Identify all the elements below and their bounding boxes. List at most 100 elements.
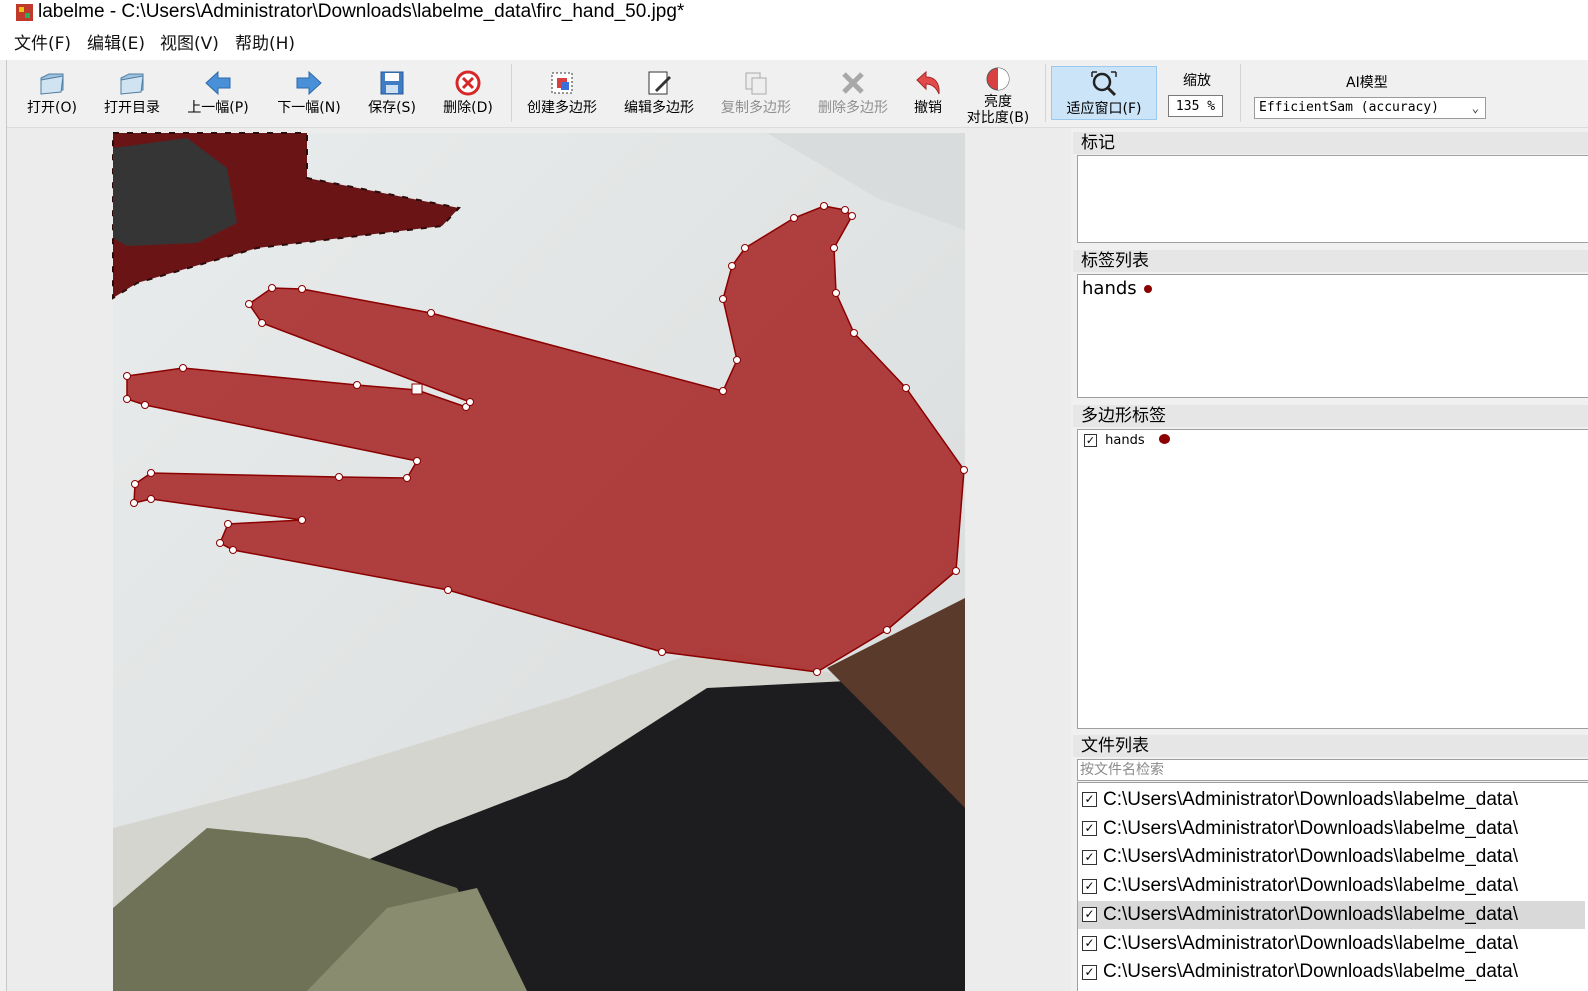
polygon-vertex-handle[interactable] bbox=[147, 495, 155, 503]
polygon-vertex-handle[interactable] bbox=[902, 384, 910, 392]
flags-list[interactable] bbox=[1077, 155, 1588, 243]
file-checkbox[interactable]: ✓ bbox=[1082, 849, 1097, 865]
flags-dock-title: 标记 bbox=[1073, 132, 1588, 154]
file-checkbox[interactable]: ✓ bbox=[1082, 964, 1097, 980]
title-bar: labelme - C:\Users\Administrator\Downloa… bbox=[0, 0, 1588, 28]
brightness-contrast-button[interactable]: 亮度 对比度(B) bbox=[958, 64, 1038, 126]
polygon-vertex-handle[interactable] bbox=[123, 395, 131, 403]
polygon-vertex-handle[interactable] bbox=[258, 319, 266, 327]
polygon-vertex-handle[interactable] bbox=[403, 474, 411, 482]
polygon-visible-checkbox[interactable]: ✓ bbox=[1084, 434, 1097, 447]
file-list-item[interactable]: ✓ C:\Users\Administrator\Downloads\labelm… bbox=[1078, 958, 1585, 986]
annotation-canvas[interactable] bbox=[7, 128, 1071, 991]
toolbar-separator bbox=[511, 64, 512, 122]
label-list[interactable]: hands bbox=[1077, 274, 1588, 398]
file-list-item[interactable]: ✓ C:\Users\Administrator\Downloads\labelm… bbox=[1078, 786, 1585, 814]
polygon-vertex-handle[interactable] bbox=[741, 244, 749, 252]
file-list-item[interactable]: ✓ C:\Users\Administrator\Downloads\labelm… bbox=[1078, 930, 1585, 958]
ai-model-value: EfficientSam (accuracy) bbox=[1259, 100, 1440, 115]
file-list-item[interactable]: ✓ C:\Users\Administrator\Downloads\labelm… bbox=[1078, 872, 1585, 900]
polygon-labels-list[interactable]: ✓ hands bbox=[1077, 429, 1588, 729]
selected-vertex-handle[interactable] bbox=[411, 383, 423, 395]
file-list-item[interactable]: ✓ C:\Users\Administrator\Downloads\labelm… bbox=[1078, 843, 1585, 871]
polygon-vertex-handle[interactable] bbox=[444, 586, 452, 594]
polygon-vertex-handle[interactable] bbox=[141, 401, 149, 409]
file-checkbox[interactable]: ✓ bbox=[1082, 821, 1097, 837]
prev-image-button[interactable]: 上一幅(P) bbox=[180, 64, 256, 124]
create-polygon-button[interactable]: 创建多边形 bbox=[520, 64, 604, 124]
polygon-vertex-handle[interactable] bbox=[245, 300, 253, 308]
toolbar-separator bbox=[1045, 64, 1046, 122]
polygon-vertex-handle[interactable] bbox=[728, 262, 736, 270]
polygon-vertex-handle[interactable] bbox=[960, 466, 968, 474]
save-button[interactable]: 保存(S) bbox=[360, 64, 424, 124]
polygon-color-dot bbox=[1158, 434, 1170, 444]
polygon-vertex-handle[interactable] bbox=[298, 285, 306, 293]
file-list-item[interactable]: ✓ C:\Users\Administrator\Downloads\labelm… bbox=[1078, 900, 1585, 929]
undo-button[interactable]: 撤销 bbox=[905, 64, 951, 124]
polygon-vertex-handle[interactable] bbox=[179, 364, 187, 372]
file-list-dock-title: 文件列表 bbox=[1073, 735, 1588, 757]
toolbar: 打开(O) 打开目录 上一幅(P) 下一幅(N) 保存(S) 删除(D) 创建多… bbox=[0, 60, 1588, 128]
file-list[interactable]: ✓ C:\Users\Administrator\Downloads\labelm… bbox=[1077, 782, 1588, 991]
polygon-vertex-handle[interactable] bbox=[830, 244, 838, 252]
polygon-vertex-handle[interactable] bbox=[123, 372, 131, 380]
polygon-vertex-handle[interactable] bbox=[353, 381, 361, 389]
menu-edit[interactable]: 编辑(E) bbox=[87, 34, 145, 54]
arrow-left-icon bbox=[205, 70, 231, 96]
copy-polygon-button[interactable]: 复制多边形 bbox=[714, 64, 798, 124]
polygon-vertex-handle[interactable] bbox=[658, 648, 666, 656]
delete-polygon-button[interactable]: 删除多边形 bbox=[811, 64, 895, 124]
polygon-vertex-handle[interactable] bbox=[832, 289, 840, 297]
polygon-vertex-handle[interactable] bbox=[813, 668, 821, 676]
polygon-vertex-handle[interactable] bbox=[130, 499, 138, 507]
file-checkbox[interactable]: ✓ bbox=[1082, 792, 1097, 808]
open-folder-icon bbox=[40, 73, 64, 95]
fit-window-button[interactable]: 适应窗口(F) bbox=[1051, 66, 1157, 120]
polygon-vertex-handle[interactable] bbox=[268, 284, 276, 292]
polygon-vertex-handle[interactable] bbox=[719, 387, 727, 395]
polygon-vertex-handle[interactable] bbox=[883, 626, 891, 634]
open-dir-button[interactable]: 打开目录 bbox=[98, 64, 166, 124]
polygon-label-item[interactable]: ✓ hands bbox=[1084, 432, 1170, 450]
file-checkbox[interactable]: ✓ bbox=[1082, 878, 1097, 894]
polygon-vertex-handle[interactable] bbox=[790, 214, 798, 222]
polygon-vertex-handle[interactable] bbox=[733, 356, 741, 364]
chevron-down-icon: ⌄ bbox=[1471, 101, 1479, 115]
polygon-vertex-handle[interactable] bbox=[719, 295, 727, 303]
next-image-button[interactable]: 下一幅(N) bbox=[270, 64, 348, 124]
ai-model-select[interactable]: EfficientSam (accuracy) ⌄ bbox=[1254, 97, 1486, 119]
delete-button[interactable]: 删除(D) bbox=[436, 64, 500, 124]
polygon-vertex-handle[interactable] bbox=[841, 206, 849, 214]
polygon-vertex-handle[interactable] bbox=[298, 516, 306, 524]
polygon-vertex-handle[interactable] bbox=[952, 567, 960, 575]
menu-help[interactable]: 帮助(H) bbox=[235, 34, 295, 54]
file-checkbox[interactable]: ✓ bbox=[1082, 907, 1097, 923]
menu-view[interactable]: 视图(V) bbox=[160, 34, 219, 54]
polygon-vertex-handle[interactable] bbox=[848, 212, 856, 220]
left-dock-edge[interactable] bbox=[0, 60, 7, 991]
polygon-vertex-handle[interactable] bbox=[224, 520, 232, 528]
polygon-vertex-handle[interactable] bbox=[427, 309, 435, 317]
polygon-vertex-handle[interactable] bbox=[466, 398, 474, 406]
toolbar-separator bbox=[1240, 64, 1241, 122]
create-polygon-icon bbox=[551, 72, 573, 94]
polygon-vertex-handle[interactable] bbox=[147, 469, 155, 477]
image-canvas[interactable] bbox=[7, 128, 1071, 991]
open-button[interactable]: 打开(O) bbox=[20, 64, 84, 124]
polygon-vertex-handle[interactable] bbox=[850, 329, 858, 337]
file-search-input[interactable]: 按文件名检索 bbox=[1077, 759, 1588, 781]
file-checkbox[interactable]: ✓ bbox=[1082, 935, 1097, 951]
polygon-vertex-handle[interactable] bbox=[216, 539, 224, 547]
polygon-vertex-handle[interactable] bbox=[335, 473, 343, 481]
ai-model-label: AI模型 bbox=[1346, 75, 1388, 91]
polygon-vertex-handle[interactable] bbox=[820, 202, 828, 210]
edit-polygon-button[interactable]: 编辑多边形 bbox=[617, 64, 701, 124]
label-list-item[interactable]: hands bbox=[1082, 279, 1153, 299]
polygon-vertex-handle[interactable] bbox=[413, 457, 421, 465]
polygon-vertex-handle[interactable] bbox=[131, 480, 139, 488]
file-list-item[interactable]: ✓ C:\Users\Administrator\Downloads\labelm… bbox=[1078, 815, 1585, 843]
zoom-input[interactable]: 135 % bbox=[1168, 95, 1223, 117]
menu-file[interactable]: 文件(F) bbox=[14, 34, 71, 54]
polygon-vertex-handle[interactable] bbox=[229, 546, 237, 554]
